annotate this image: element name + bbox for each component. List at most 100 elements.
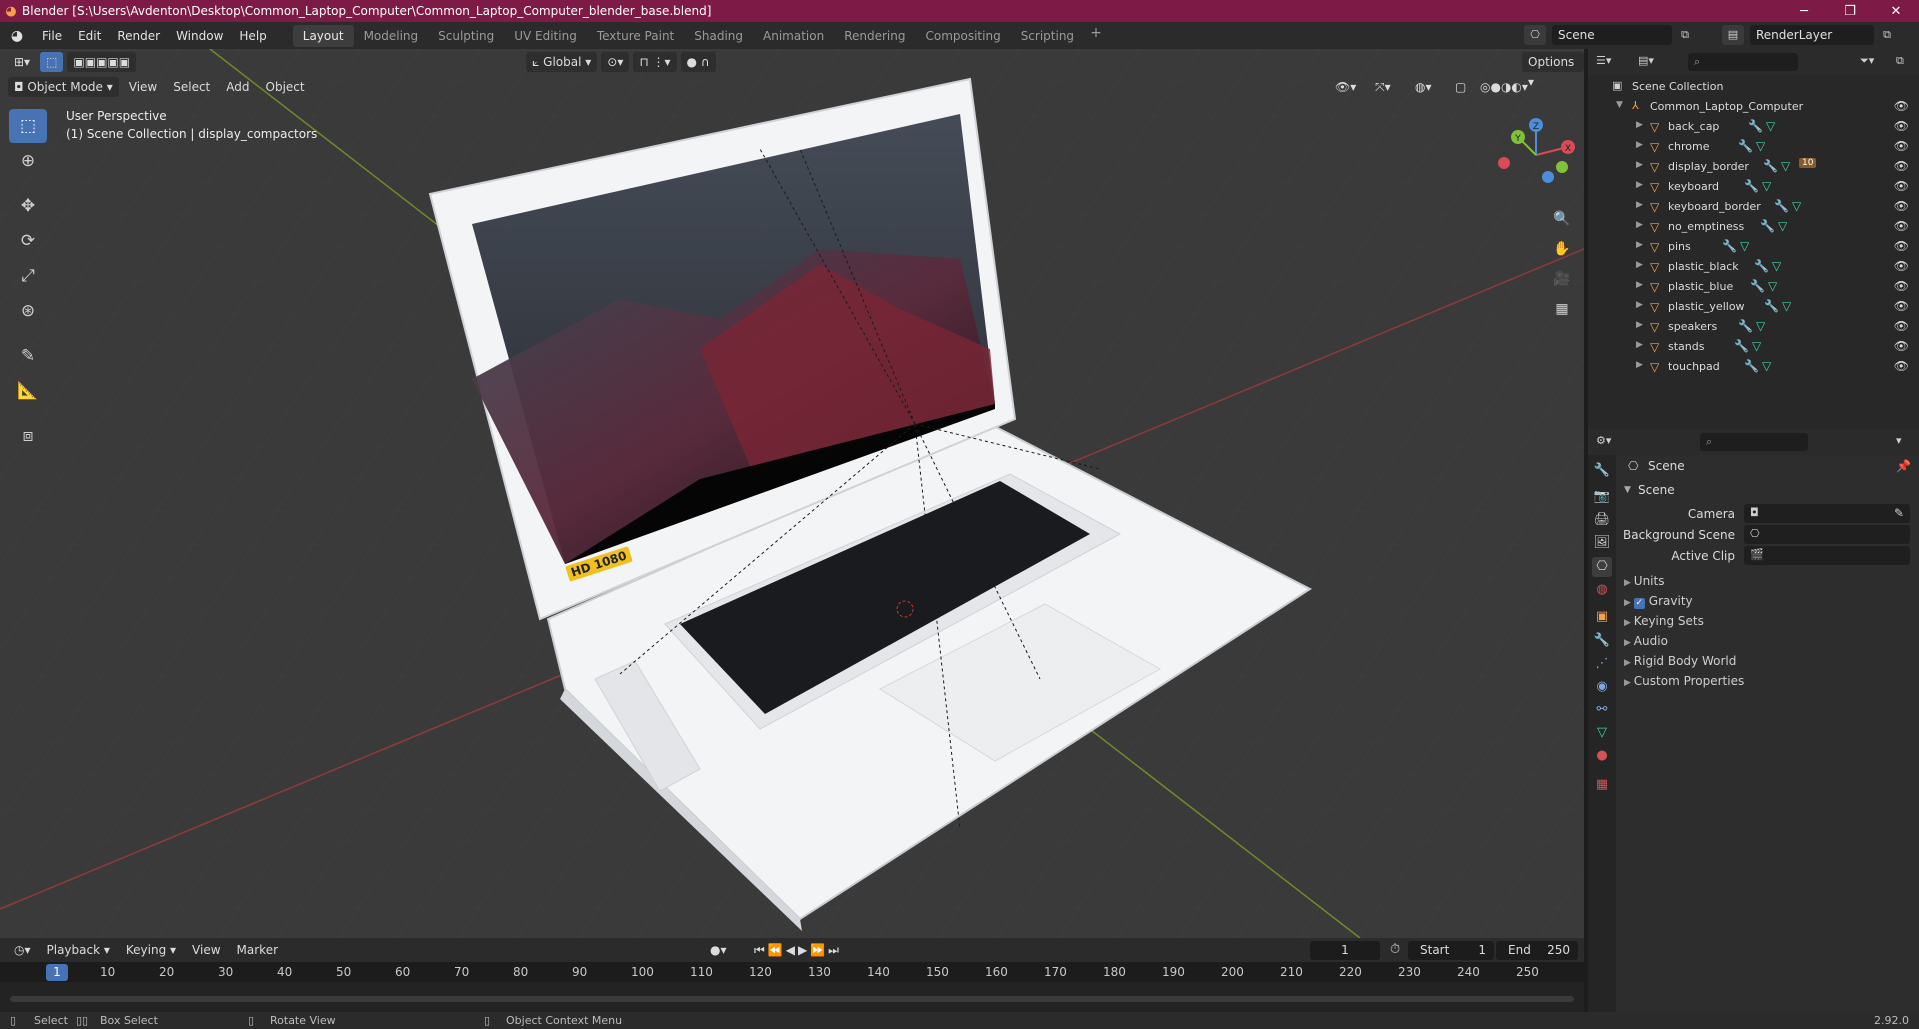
3d-viewport[interactable]: ⊞▾ ⬚ ▣▣▣▣▣ ⟀ Global ▾ ⊙▾ ⊓ ⋮▾ ● ∩ Option… xyxy=(0,49,1584,938)
outliner-object-row[interactable]: ▶ ▽ pins 🔧 ▽ 👁 xyxy=(1588,237,1919,257)
options-menu[interactable]: Options ▾ xyxy=(1522,52,1584,89)
timeline-menu-keying[interactable]: Keying ▾ xyxy=(120,940,182,960)
texture-tab-icon[interactable]: ▦ xyxy=(1592,775,1612,795)
physics-tab-icon[interactable]: ◉ xyxy=(1592,677,1612,697)
editor-type-icon[interactable]: ⊞▾ xyxy=(8,52,36,72)
visibility-icon[interactable]: 👁▾ xyxy=(1329,77,1362,97)
outliner-editor-icon[interactable]: ☰▾ xyxy=(1596,54,1611,67)
outliner-object-row[interactable]: ▶ ▽ plastic_blue 🔧 ▽ 👁 xyxy=(1588,277,1919,297)
ortho-toggle-icon[interactable]: ▦ xyxy=(1548,295,1576,323)
gizmo-toggle-icon[interactable]: ⤧▾ xyxy=(1369,77,1397,97)
expand-arrow-icon[interactable]: ▶ xyxy=(1636,200,1643,210)
snap-icon[interactable]: ⊓ ⋮▾ xyxy=(633,52,677,72)
expand-arrow-icon[interactable]: ▶ xyxy=(1636,320,1643,330)
menu-edit[interactable]: Edit xyxy=(70,25,109,47)
properties-search-input[interactable]: ⌕ xyxy=(1700,433,1808,451)
visibility-eye-icon[interactable]: 👁 xyxy=(1894,179,1909,193)
scene-name-field[interactable]: Scene xyxy=(1552,25,1672,45)
zoom-icon[interactable]: 🔍 xyxy=(1548,205,1576,233)
add-cube-tool-icon[interactable]: ⧈ xyxy=(9,419,47,453)
mesh-data-icon[interactable]: ▽ xyxy=(1766,119,1775,133)
modifier-wrench-icon[interactable]: 🔧 xyxy=(1774,199,1789,213)
select-tool-icon[interactable]: ⬚ xyxy=(40,52,64,72)
timeline-menu-marker[interactable]: Marker xyxy=(231,940,284,960)
transform-tool-icon[interactable]: ⊛ xyxy=(9,294,47,328)
current-frame-field[interactable]: 1 xyxy=(1310,941,1380,960)
filter-icon[interactable]: ⏷▾ xyxy=(1860,54,1874,68)
gravity-checkbox[interactable]: ✓ xyxy=(1633,598,1645,609)
mesh-data-icon[interactable]: ▽ xyxy=(1778,219,1787,233)
new-scene-icon[interactable]: ⧉ xyxy=(1674,25,1696,45)
outliner-collection[interactable]: ▼ ⅄ Common_Laptop_Computer 👁 xyxy=(1588,97,1919,117)
view-layer-tab-icon[interactable]: 🖼 xyxy=(1592,533,1612,553)
select-mode-icons[interactable]: ▣▣▣▣▣ xyxy=(67,52,137,72)
visibility-eye-icon[interactable]: 👁 xyxy=(1894,339,1909,353)
visibility-eye-icon[interactable]: 👁 xyxy=(1894,319,1909,333)
mesh-data-icon[interactable]: ▽ xyxy=(1781,159,1790,173)
rotate-tool-icon[interactable]: ⟳ xyxy=(9,224,47,258)
visibility-eye-icon[interactable]: 👁 xyxy=(1894,119,1909,133)
outliner-object-row[interactable]: ▶ ▽ display_border 🔧 ▽ 10 👁 xyxy=(1588,157,1919,177)
outliner-search-input[interactable]: ⌕ xyxy=(1688,53,1798,71)
expand-arrow-icon[interactable]: ▶ xyxy=(1636,280,1643,290)
close-button[interactable]: ✕ xyxy=(1873,0,1919,22)
add-workspace-button[interactable]: + xyxy=(1084,25,1108,47)
section-audio[interactable]: ▶ Audio xyxy=(1624,634,1668,648)
proportional-edit-icon[interactable]: ● ∩ xyxy=(680,52,716,72)
outliner-object-row[interactable]: ▶ ▽ keyboard 🔧 ▽ 👁 xyxy=(1588,177,1919,197)
tab-sculpting[interactable]: Sculpting xyxy=(428,25,504,47)
menu-render[interactable]: Render xyxy=(109,25,168,47)
visibility-eye-icon[interactable]: 👁 xyxy=(1894,279,1909,293)
visibility-eye-icon[interactable]: 👁 xyxy=(1894,299,1909,313)
timeline-menu-view[interactable]: View xyxy=(186,940,226,960)
expand-arrow-icon[interactable]: ▶ xyxy=(1636,120,1643,130)
section-custom-properties[interactable]: ▶ Custom Properties xyxy=(1624,674,1744,688)
section-keying-sets[interactable]: ▶ Keying Sets xyxy=(1624,614,1704,628)
navigation-gizmo[interactable]: X Z Y xyxy=(1496,115,1576,195)
mesh-data-icon[interactable]: ▽ xyxy=(1792,199,1801,213)
tab-modeling[interactable]: Modeling xyxy=(354,25,429,47)
tab-compositing[interactable]: Compositing xyxy=(915,25,1010,47)
render-layer-icon[interactable]: ▤ xyxy=(1722,25,1744,45)
end-frame-field[interactable]: End 250 xyxy=(1496,941,1578,960)
outliner-object-row[interactable]: ▶ ▽ stands 🔧 ▽ 👁 xyxy=(1588,337,1919,357)
new-collection-icon[interactable]: ⧉ xyxy=(1896,54,1904,68)
move-tool-icon[interactable]: ✥ xyxy=(9,189,47,223)
mesh-data-icon[interactable]: ▽ xyxy=(1782,299,1791,313)
section-gravity[interactable]: ▶ ✓ Gravity xyxy=(1624,594,1693,609)
outliner-object-row[interactable]: ▶ ▽ chrome 🔧 ▽ 👁 xyxy=(1588,137,1919,157)
material-tab-icon[interactable]: ● xyxy=(1592,746,1612,766)
outliner-object-row[interactable]: ▶ ▽ back_cap 🔧 ▽ 👁 xyxy=(1588,117,1919,137)
record-icon[interactable]: ●▾ xyxy=(704,940,733,960)
mesh-data-icon[interactable]: ▽ xyxy=(1762,179,1771,193)
scale-tool-icon[interactable]: ⤢ xyxy=(9,259,47,293)
section-rigid-body-world[interactable]: ▶ Rigid Body World xyxy=(1624,654,1736,668)
mesh-data-icon[interactable]: ▽ xyxy=(1762,359,1771,373)
tab-scripting[interactable]: Scripting xyxy=(1011,25,1084,47)
modifier-wrench-icon[interactable]: 🔧 xyxy=(1738,319,1753,333)
expand-arrow-icon[interactable]: ▶ xyxy=(1636,180,1643,190)
tool-tab-icon[interactable]: 🔧 xyxy=(1592,461,1612,481)
outliner-object-row[interactable]: ▶ ▽ keyboard_border 🔧 ▽ 👁 xyxy=(1588,197,1919,217)
modifier-wrench-icon[interactable]: 🔧 xyxy=(1750,279,1765,293)
visibility-eye-icon[interactable]: 👁 xyxy=(1894,359,1909,373)
camera-view-icon[interactable]: 🎥 xyxy=(1548,265,1576,293)
modifier-wrench-icon[interactable]: 🔧 xyxy=(1748,119,1763,133)
playback-controls-icons[interactable]: ⏮⏪◀▶⏩⏭ xyxy=(748,940,848,960)
object-mode-dropdown[interactable]: ◘ Object Mode ▾ xyxy=(8,77,119,97)
viewport-menu-object[interactable]: Object xyxy=(260,77,311,97)
modifier-wrench-icon[interactable]: 🔧 xyxy=(1734,339,1749,353)
background-scene-field[interactable]: ⎔ xyxy=(1744,525,1910,544)
shading-modes-icons[interactable]: ◎●◑◐▾ xyxy=(1474,77,1534,97)
menu-window[interactable]: Window xyxy=(168,25,231,47)
visibility-eye-icon[interactable]: 👁 xyxy=(1894,199,1909,213)
modifier-wrench-icon[interactable]: 🔧 xyxy=(1744,179,1759,193)
outliner-object-row[interactable]: ▶ ▽ speakers 🔧 ▽ 👁 xyxy=(1588,317,1919,337)
eyedropper-icon[interactable]: ✎ xyxy=(1894,506,1904,520)
visibility-eye-icon[interactable]: 👁 xyxy=(1894,139,1909,153)
scene-selector-icon[interactable]: ⎔ xyxy=(1524,25,1546,45)
modifier-wrench-icon[interactable]: 🔧 xyxy=(1754,259,1769,273)
expand-arrow-icon[interactable]: ▶ xyxy=(1636,260,1643,270)
properties-options-icon[interactable]: ▾ xyxy=(1896,434,1902,447)
modifier-wrench-icon[interactable]: 🔧 xyxy=(1722,239,1737,253)
